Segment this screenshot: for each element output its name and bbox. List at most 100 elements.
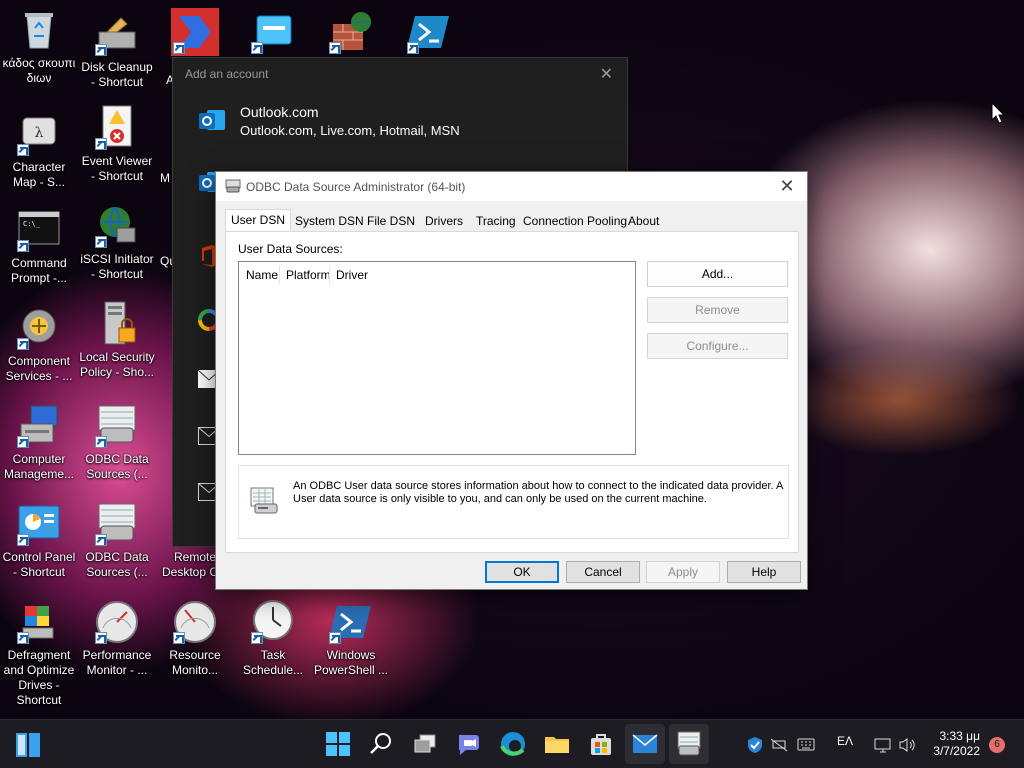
desktop-icon-odbc-data-sources-2[interactable]: ODBC Data Sources (... [78, 500, 156, 580]
character-map-icon: λ [15, 110, 63, 158]
desktop-icon-resource-monitor[interactable]: Resource Monito... [156, 598, 234, 678]
help-button[interactable]: Help [727, 561, 801, 583]
user-data-sources-list[interactable]: Name Platform Driver [238, 261, 636, 455]
desktop-icon-windows-powershell[interactable]: Windows PowerShell ... [312, 598, 390, 678]
odbc-data-sources-icon [93, 402, 141, 450]
edge-icon[interactable] [498, 729, 528, 759]
svg-text:λ: λ [35, 125, 44, 141]
desktop-icon-control-panel[interactable]: Control Panel - Shortcut [0, 500, 78, 580]
add-account-title: Add an account [185, 67, 269, 81]
keyboard-icon[interactable] [797, 738, 815, 751]
odbc-title: ODBC Data Source Administrator (64-bit) [246, 180, 466, 194]
tab-connection-pooling[interactable]: Connection Pooling [518, 212, 632, 231]
ok-button[interactable]: OK [485, 561, 559, 583]
desktop-icon-defragment[interactable]: Defragment and Optimize Drives - Shortcu… [0, 598, 78, 708]
column-header-driver[interactable]: Driver [336, 268, 368, 282]
account-option-outlook[interactable]: Outlook.com Outlook.com, Live.com, Hotma… [240, 103, 460, 140]
windows-security-icon[interactable] [746, 736, 764, 754]
odbc-data-sources-icon[interactable] [669, 724, 709, 764]
column-header-platform[interactable]: Platform [286, 268, 331, 282]
desktop-icon-label: Defragment and Optimize Drives - Shortcu… [3, 648, 75, 707]
tab-file-dsn[interactable]: File DSN [362, 212, 420, 231]
close-icon[interactable]: ✕ [600, 64, 613, 84]
windows-start-icon[interactable] [323, 729, 353, 759]
desktop-icon-label: ODBC Data Sources (... [85, 550, 149, 579]
apply-button[interactable]: Apply [646, 561, 720, 583]
network-disconnected-icon[interactable] [770, 737, 788, 753]
tab-tracing[interactable]: Tracing [471, 212, 521, 231]
task-scheduler-icon [249, 598, 297, 646]
cancel-button[interactable]: Cancel [566, 561, 640, 583]
volume-icon[interactable] [898, 737, 916, 753]
desktop-icon-label: Control Panel - Shortcut [2, 550, 76, 579]
desktop-icon-label: Disk Cleanup - Shortcut [81, 60, 153, 89]
file-explorer-icon[interactable] [542, 729, 572, 759]
remove-button[interactable]: Remove [647, 297, 788, 323]
desktop-icon-window-shortcut[interactable] [234, 8, 312, 58]
display-icon[interactable] [874, 737, 892, 753]
power-automate-icon [171, 8, 219, 56]
control-panel-icon [15, 500, 63, 548]
desktop-icon-label: Windows PowerShell ... [313, 648, 389, 677]
desktop-icon-performance-monitor[interactable]: Performance Monitor - ... [78, 598, 156, 678]
tab-about[interactable]: About [623, 212, 664, 231]
notification-badge[interactable]: 6 [989, 737, 1005, 753]
column-header-name[interactable]: Name [246, 268, 278, 282]
tab-system-dsn[interactable]: System DSN [290, 212, 369, 231]
desktop-icon-powershell-ise[interactable] [390, 8, 468, 58]
desktop-icon-label: Performance Monitor - ... [82, 648, 152, 677]
chat-icon[interactable] [454, 729, 484, 759]
partial-label-m: M [160, 171, 170, 185]
component-services-icon [15, 304, 63, 352]
account-option-subtitle: Outlook.com, Live.com, Hotmail, MSN [240, 123, 460, 138]
desktop-icon-local-security-policy[interactable]: Local Security Policy - Sho... [78, 300, 156, 380]
recycle-bin-icon [15, 6, 63, 54]
odbc-app-icon [225, 179, 241, 193]
clock-date: 3/7/2022 [933, 744, 980, 758]
desktop-icon-computer-management[interactable]: Computer Manageme... [0, 402, 78, 482]
desktop-icon-power-automate[interactable] [156, 8, 234, 58]
add-account-titlebar: Add an account ✕ [173, 58, 627, 90]
powershell-ise-icon [405, 8, 453, 56]
desktop-icon-label: κάδος σκουπι διων [2, 56, 76, 85]
mail-icon[interactable] [625, 724, 665, 764]
desktop-icon-label: Command Prompt -... [10, 256, 67, 285]
language-indicator[interactable]: ΕΛ [837, 734, 853, 748]
desktop-icon-component-services[interactable]: Component Services - ... [0, 304, 78, 384]
desktop-icon-iscsi-initiator[interactable]: iSCSI Initiator - Shortcut [78, 202, 156, 282]
local-security-policy-icon [93, 300, 141, 348]
desktop-icon-label: Task Schedule... [242, 648, 304, 677]
desktop-icon-label: Local Security Policy - Sho... [79, 350, 155, 379]
command-prompt-icon: C:\_ [15, 206, 63, 254]
list-header: Name Platform Driver [239, 262, 635, 286]
desktop-icon-task-scheduler[interactable]: Task Schedule... [234, 598, 312, 678]
tab-user-dsn[interactable]: User DSN [225, 209, 292, 232]
desktop-icon-character-map[interactable]: λ Character Map - S... [0, 110, 78, 190]
outlook-icon [197, 106, 225, 134]
desktop-icon-label: Event Viewer - Shortcut [81, 154, 153, 183]
odbc-titlebar[interactable]: ODBC Data Source Administrator (64-bit) … [216, 172, 807, 201]
disk-cleanup-icon [93, 10, 141, 58]
window-app-icon [249, 8, 297, 56]
configure-button[interactable]: Configure... [647, 333, 788, 359]
close-icon[interactable]: ✕ [775, 176, 799, 197]
desktop-icon-event-viewer[interactable]: Event Viewer - Shortcut [78, 104, 156, 184]
desktop-icon-firewall[interactable] [312, 8, 390, 58]
computer-management-icon [15, 402, 63, 450]
tab-drivers[interactable]: Drivers [420, 212, 468, 231]
task-view-icon[interactable] [410, 729, 440, 759]
powershell-icon [327, 598, 375, 646]
desktop-icon-disk-cleanup[interactable]: Disk Cleanup - Shortcut [78, 10, 156, 90]
search-icon[interactable] [366, 729, 396, 759]
defragment-icon [15, 598, 63, 646]
desktop-icon-command-prompt[interactable]: C:\_ Command Prompt -... [0, 206, 78, 286]
clock[interactable]: 3:33 μμ 3/7/2022 [933, 729, 980, 759]
start-button[interactable] [14, 731, 42, 759]
user-dsn-panel: User Data Sources: Name Platform Driver … [225, 231, 799, 553]
microsoft-store-icon[interactable] [586, 729, 616, 759]
desktop-icon-recycle-bin[interactable]: κάδος σκουπι διων [0, 6, 78, 86]
desktop-icon-odbc-data-sources-1[interactable]: ODBC Data Sources (... [78, 402, 156, 482]
add-button[interactable]: Add... [647, 261, 788, 287]
resource-monitor-icon [171, 598, 219, 646]
firewall-icon [327, 8, 375, 56]
